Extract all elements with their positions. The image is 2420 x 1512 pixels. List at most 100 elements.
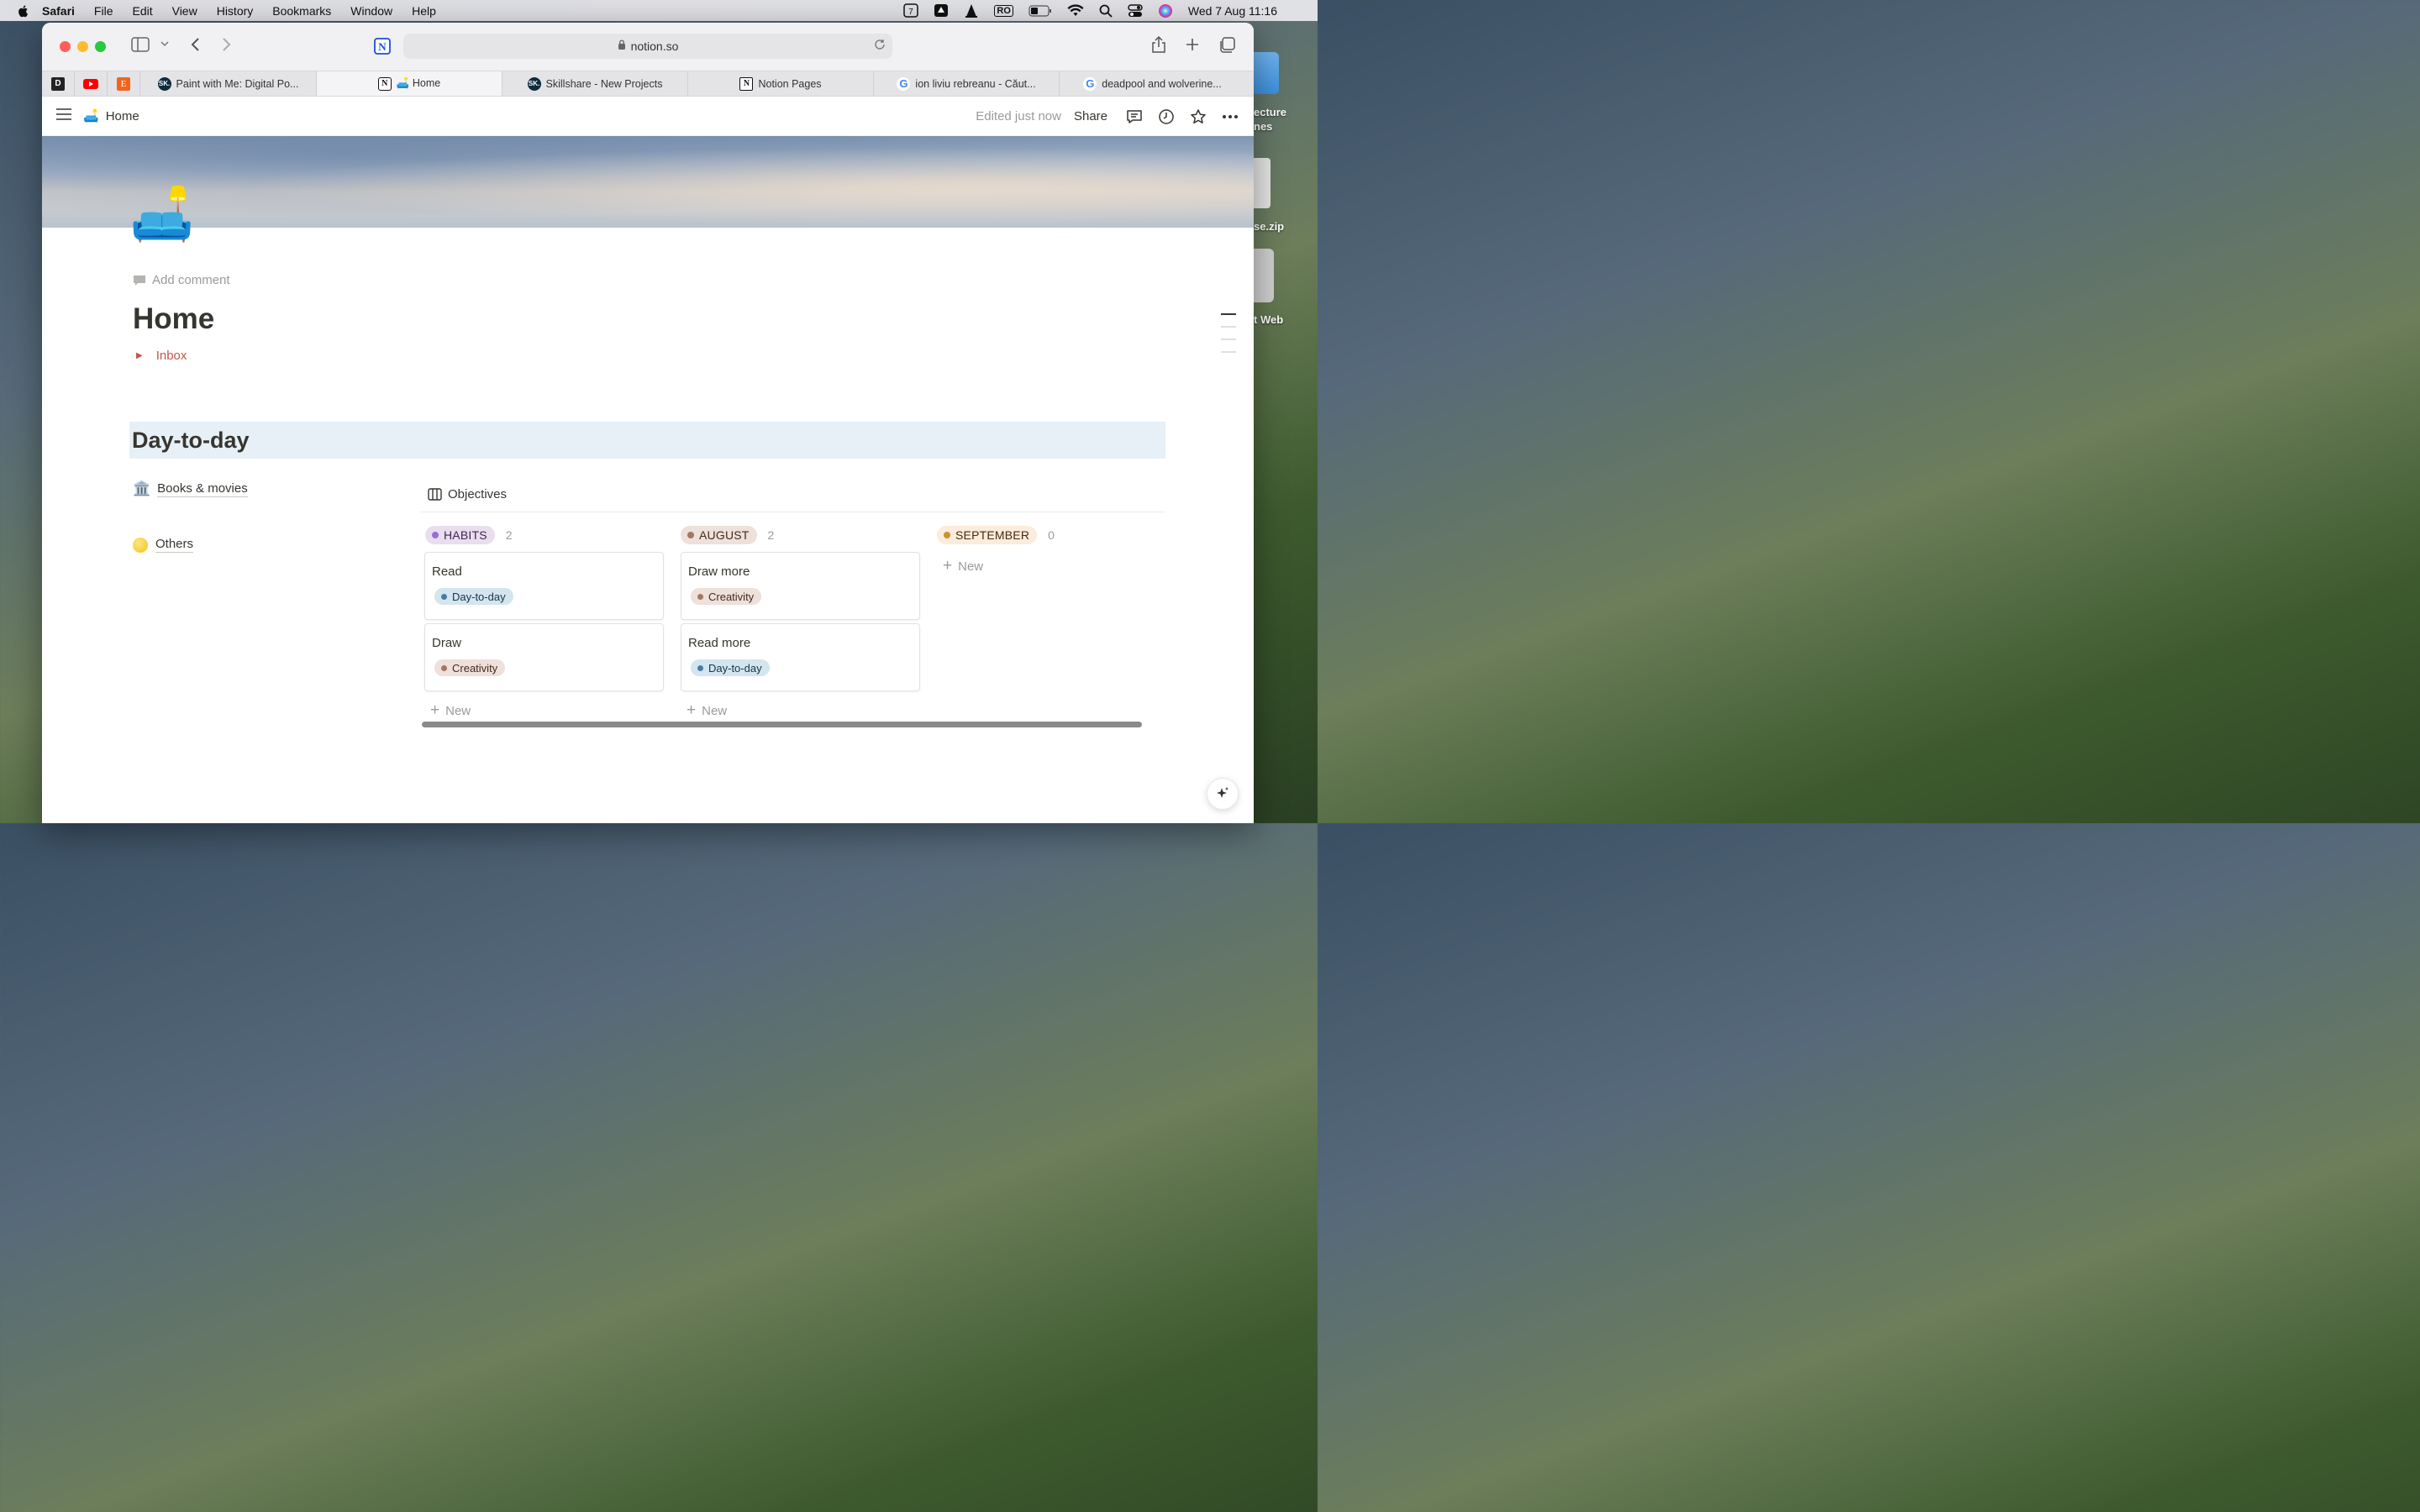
hamburger-menu-icon[interactable] bbox=[56, 108, 71, 124]
column-header[interactable]: SEPTEMBER 0 bbox=[937, 525, 1176, 545]
notion-icon: N bbox=[377, 76, 392, 91]
pinned-tab-etsy[interactable]: E bbox=[108, 71, 140, 96]
plus-icon: + bbox=[430, 701, 440, 719]
pinned-tab-youtube[interactable] bbox=[75, 71, 108, 96]
breadcrumb[interactable]: 🛋️ Home bbox=[83, 108, 139, 124]
menu-edit[interactable]: Edit bbox=[132, 4, 152, 18]
add-new-card-button[interactable]: + New bbox=[943, 557, 1176, 575]
tag-label: Day-to-day bbox=[452, 590, 506, 603]
share-button[interactable]: Share bbox=[1074, 109, 1107, 123]
browser-toolbar: N notion.so bbox=[42, 23, 1254, 71]
sidebar-toggle-icon[interactable] bbox=[131, 37, 150, 56]
classical-building-icon: 🏛️ bbox=[133, 480, 151, 496]
page-cover-image[interactable] bbox=[42, 136, 1254, 228]
youtube-icon bbox=[83, 78, 98, 89]
safari-window: N notion.so D E SK. Paint with Me: Digit… bbox=[42, 23, 1254, 823]
board-horizontal-scrollbar[interactable] bbox=[422, 722, 1142, 727]
skillshare-icon: SK. bbox=[157, 76, 171, 91]
spotlight-search-icon[interactable] bbox=[1099, 4, 1113, 18]
tab-google-deadpool[interactable]: G deadpool and wolverine... bbox=[1060, 71, 1245, 96]
page-title[interactable]: Home bbox=[133, 302, 214, 336]
section-heading-day-to-day[interactable]: Day-to-day bbox=[129, 422, 1165, 459]
new-label: New bbox=[958, 559, 984, 574]
toggle-triangle-icon[interactable]: ▶ bbox=[136, 351, 143, 360]
pill-dot bbox=[432, 532, 439, 538]
menu-history[interactable]: History bbox=[217, 4, 254, 18]
zoom-window-button[interactable] bbox=[95, 41, 106, 52]
tab-skillshare-new-projects[interactable]: SK. Skillshare - New Projects bbox=[502, 71, 688, 96]
tag-creativity: Creativity bbox=[434, 659, 506, 676]
history-clock-icon[interactable] bbox=[1158, 108, 1175, 125]
tab-google-rebreanu[interactable]: G ion liviu rebreanu - Căut... bbox=[874, 71, 1060, 96]
vlc-icon[interactable] bbox=[964, 3, 979, 18]
new-label: New bbox=[445, 703, 471, 718]
link-books-movies[interactable]: 🏛️ Books & movies bbox=[133, 480, 248, 497]
page-icon-couch[interactable]: 🛋️ bbox=[129, 189, 194, 241]
desktop-label-zip: se.zip bbox=[1254, 220, 1285, 233]
toggle-block-inbox[interactable]: ▶ Inbox bbox=[136, 349, 187, 363]
desktop-disk-icon[interactable] bbox=[1254, 249, 1274, 302]
tab-home[interactable]: N 🛋️ Home bbox=[317, 71, 502, 96]
tab-paint-with-me[interactable]: SK. Paint with Me: Digital Po... bbox=[140, 71, 317, 96]
menu-window[interactable]: Window bbox=[350, 4, 392, 18]
share-page-icon[interactable] bbox=[1151, 35, 1166, 58]
menu-help[interactable]: Help bbox=[412, 4, 436, 18]
board-card-read-more[interactable]: Read more Day-to-day bbox=[681, 623, 920, 691]
board-view-title[interactable]: Objectives bbox=[428, 487, 507, 501]
desktop-label-folder: ecture bbox=[1254, 106, 1287, 118]
minimize-window-button[interactable] bbox=[77, 41, 88, 52]
column-header[interactable]: HABITS 2 bbox=[425, 525, 664, 545]
comments-icon[interactable] bbox=[1126, 108, 1143, 125]
add-new-card-button[interactable]: + New bbox=[430, 701, 664, 720]
favorite-star-icon[interactable] bbox=[1190, 108, 1207, 125]
input-source-indicator[interactable]: RO bbox=[994, 4, 1013, 17]
add-comment-button[interactable]: Add comment bbox=[133, 273, 230, 287]
board-card-read[interactable]: Read Day-to-day bbox=[424, 552, 664, 620]
notion-ai-button[interactable] bbox=[1207, 778, 1239, 810]
couch-icon: 🛋️ bbox=[83, 109, 99, 123]
control-center-icon[interactable] bbox=[1128, 3, 1143, 18]
column-header[interactable]: AUGUST 2 bbox=[681, 525, 920, 545]
tag-creativity: Creativity bbox=[691, 588, 762, 605]
siri-icon[interactable] bbox=[1158, 3, 1173, 18]
forward-button[interactable] bbox=[222, 37, 232, 56]
menu-app-safari[interactable]: Safari bbox=[42, 4, 75, 18]
chevron-down-icon[interactable] bbox=[160, 39, 169, 50]
menu-file[interactable]: File bbox=[94, 4, 113, 18]
yellow-circle-icon bbox=[133, 537, 148, 553]
add-new-card-button[interactable]: + New bbox=[687, 701, 920, 720]
battery-icon[interactable] bbox=[1028, 4, 1052, 17]
menu-view[interactable]: View bbox=[172, 4, 197, 18]
tab-overview-icon[interactable] bbox=[1218, 37, 1235, 58]
column-count: 0 bbox=[1048, 528, 1055, 542]
new-tab-icon[interactable] bbox=[1185, 37, 1200, 56]
board-card-draw[interactable]: Draw Creativity bbox=[424, 623, 664, 691]
tag-day-to-day: Day-to-day bbox=[434, 588, 513, 605]
address-bar[interactable]: notion.so bbox=[403, 34, 892, 59]
reload-icon[interactable] bbox=[874, 39, 886, 53]
apple-icon[interactable] bbox=[17, 4, 30, 18]
tag-dot bbox=[697, 664, 703, 671]
drive-icon[interactable] bbox=[934, 3, 949, 18]
pinned-tab-d[interactable]: D bbox=[42, 71, 75, 96]
column-pill-september: SEPTEMBER bbox=[937, 526, 1038, 544]
tag-day-to-day: Day-to-day bbox=[691, 659, 770, 676]
link-others[interactable]: Others bbox=[133, 537, 194, 553]
board-card-draw-more[interactable]: Draw more Creativity bbox=[681, 552, 920, 620]
desktop-zip-icon[interactable] bbox=[1254, 158, 1270, 208]
close-window-button[interactable] bbox=[60, 41, 71, 52]
wifi-icon[interactable] bbox=[1067, 4, 1084, 17]
tab-notion-pages[interactable]: N Notion Pages bbox=[688, 71, 874, 96]
menu-bar-clock[interactable]: Wed 7 Aug 11:16 bbox=[1188, 4, 1277, 18]
column-count: 2 bbox=[505, 528, 513, 542]
more-options-icon[interactable] bbox=[1222, 108, 1239, 125]
calendar-icon[interactable]: 7 bbox=[903, 3, 919, 18]
desktop-folder-icon[interactable] bbox=[1254, 52, 1279, 94]
pill-dot bbox=[687, 532, 694, 538]
table-of-contents-indicator[interactable] bbox=[1221, 313, 1236, 364]
skillshare-icon: SK. bbox=[527, 76, 541, 91]
back-button[interactable] bbox=[190, 37, 200, 56]
card-title: Read more bbox=[688, 636, 751, 650]
sparkle-icon bbox=[1217, 787, 1228, 798]
menu-bookmarks[interactable]: Bookmarks bbox=[272, 4, 331, 18]
